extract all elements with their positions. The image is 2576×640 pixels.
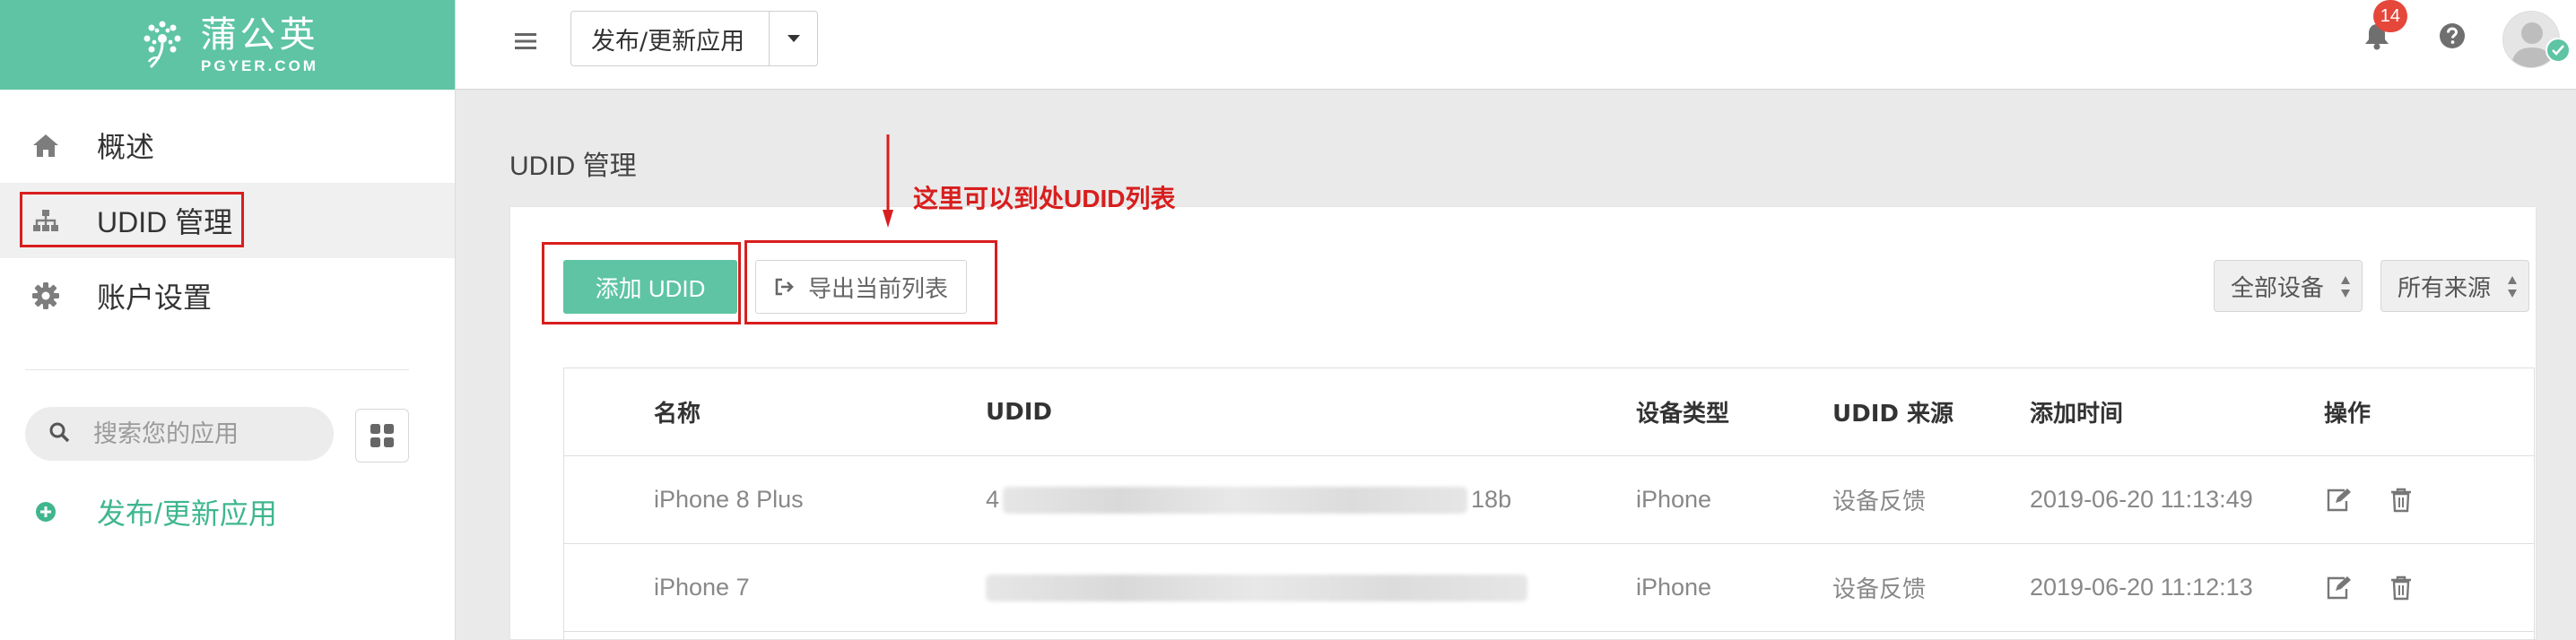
table-header-row: 名称 UDID 设备类型 UDID 来源 添加时间 操作 [564,368,2534,456]
brand-logo[interactable]: 蒲公英 PGYER.COM [0,0,455,90]
annotation-text: 这里可以到处UDID列表 [913,185,1176,212]
udid-source: 设备反馈 [1832,576,1927,603]
edit-icon[interactable] [2324,574,2353,602]
source-filter-select[interactable]: 所有来源 [2380,260,2529,312]
udid-redacted [986,574,1527,601]
device-name: iPhone 8 Plus [654,486,804,513]
sidebar-item-udid[interactable]: UDID 管理 [0,183,455,258]
app-select-dropdown[interactable]: 发布/更新应用 [570,11,818,66]
udid-source: 设备反馈 [1832,489,1927,515]
publish-app-label: 发布/更新应用 [97,497,277,530]
verified-check-icon [2546,38,2571,63]
device-filter-value: 全部设备 [2231,273,2325,301]
sidebar-item-label: 账户设置 [97,281,213,314]
home-icon [30,130,61,160]
device-filter-select[interactable]: 全部设备 [2214,260,2363,312]
udid-table: 名称 UDID 设备类型 UDID 来源 添加时间 操作 iPhone 8 Pl… [563,368,2535,640]
source-filter-value: 所有来源 [2398,273,2492,301]
device-type: iPhone [1636,486,1712,513]
sitemap-icon [30,205,61,236]
sort-arrows-icon [2341,276,2350,298]
help-icon [2440,23,2465,48]
sidebar-item-label: UDID 管理 [97,206,233,238]
table-row: iPhone 7 iPhone 设备反馈 2019-06-20 11:12:13 [564,544,2534,632]
sidebar-divider [25,369,409,370]
menu-icon [515,33,536,49]
added-time: 2019-06-20 11:12:13 [2030,574,2253,601]
export-list-button[interactable]: 导出当前列表 [755,260,967,314]
brand-name-cn: 蒲公英 [200,13,319,56]
gear-icon [30,281,61,311]
trash-icon[interactable] [2387,574,2415,602]
plus-circle-icon [36,502,56,522]
notification-count-badge: 14 [2372,0,2407,32]
sidebar-item-account-settings[interactable]: 账户设置 [0,258,455,333]
sidebar-item-overview[interactable]: 概述 [0,108,455,183]
added-time: 2019-06-20 11:13:49 [2030,486,2253,513]
export-list-label: 导出当前列表 [807,274,948,302]
add-udid-button[interactable]: 添加 UDID [563,260,737,314]
publish-app-link[interactable]: 发布/更新应用 [30,491,277,532]
header-udid: UDID [986,398,1052,426]
sidebar-item-label: 概述 [97,131,155,163]
app-select-value: 发布/更新应用 [591,27,745,56]
grid-icon [370,424,394,447]
sign-out-icon [775,278,794,296]
menu-toggle-button[interactable] [508,23,544,59]
app-search[interactable] [25,407,334,461]
header-actions: 操作 [2324,401,2371,428]
dandelion-logo-icon [144,21,180,69]
header-device-type: 设备类型 [1636,401,1730,428]
search-input[interactable] [93,419,326,448]
udid-redacted [1003,486,1468,514]
device-type: iPhone [1636,574,1712,601]
row-actions [2324,544,2415,631]
header-added-time: 添加时间 [2030,401,2124,428]
grid-view-button[interactable] [355,409,409,463]
sidebar-nav: 概述 UDID 管理 账户设置 [0,108,455,333]
trash-icon[interactable] [2387,486,2415,515]
sidebar: 蒲公英 PGYER.COM 概述 UDID 管理 账户设置 搜索您的应用 发布/… [0,0,456,640]
sort-arrows-icon [2508,276,2517,298]
udid-value: 4 18b [986,456,1511,543]
help-button[interactable] [2434,18,2470,54]
search-icon [48,421,70,447]
caret-down-icon[interactable] [769,12,817,65]
page-title: UDID 管理 [509,151,637,181]
device-name: iPhone 7 [654,574,750,601]
brand-text: 蒲公英 PGYER.COM [201,17,319,74]
row-actions [2324,456,2415,543]
udid-value [986,544,1527,631]
header-name: 名称 [654,401,701,428]
brand-name-en: PGYER.COM [201,56,318,74]
annotation-arrow [883,134,893,228]
header-udid-source: UDID 来源 [1832,401,1954,428]
udid-end: 18b [1471,486,1512,513]
table-row: iPhone 8 Plus 4 18b iPhone 设备反馈 2019-06-… [564,456,2534,544]
top-bar: 发布/更新应用 14 [456,0,2576,90]
edit-icon[interactable] [2324,486,2353,515]
udid-start: 4 [986,486,1000,513]
